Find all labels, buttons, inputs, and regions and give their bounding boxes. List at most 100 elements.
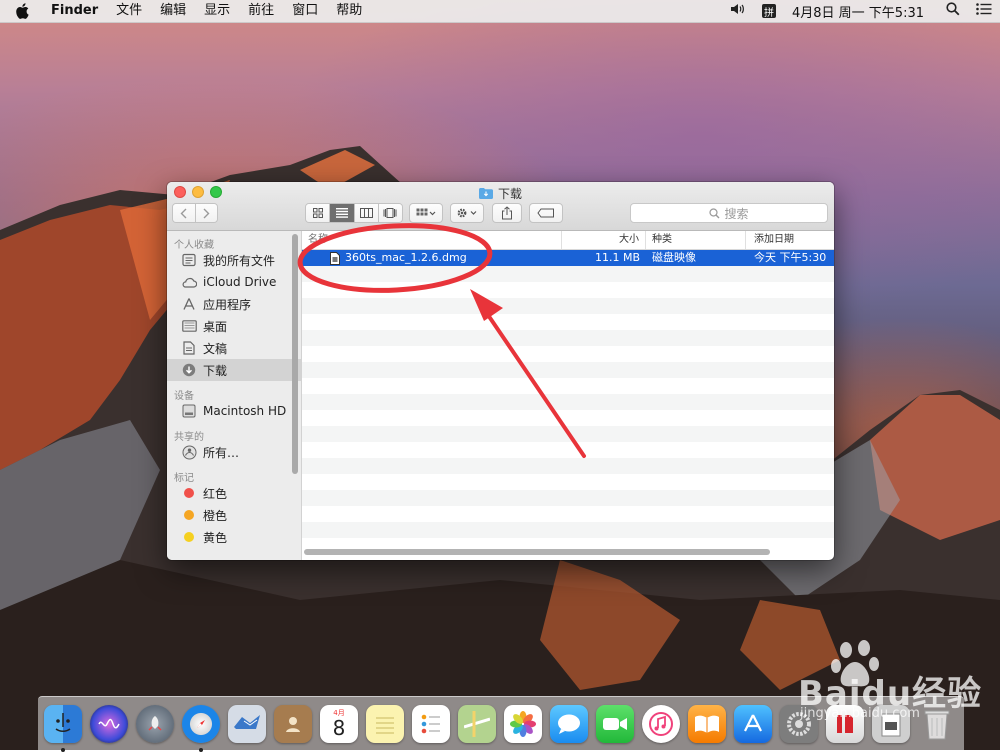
dock-facetime-icon[interactable] bbox=[596, 704, 634, 743]
sidebar-tag-yellow[interactable]: 黄色 bbox=[167, 526, 301, 548]
sidebar-item-documents[interactable]: 文稿 bbox=[167, 337, 301, 359]
menu-app-finder[interactable]: Finder bbox=[42, 0, 107, 22]
dock-reminders-icon[interactable] bbox=[412, 704, 450, 743]
menu-view[interactable]: 显示 bbox=[195, 0, 239, 22]
dock-launchpad-icon[interactable] bbox=[136, 704, 174, 743]
cloud-icon bbox=[181, 275, 197, 289]
window-title-text: 下载 bbox=[497, 187, 522, 201]
empty-row bbox=[302, 490, 834, 506]
yellow-tag-dot-icon bbox=[184, 532, 194, 542]
grid-icon bbox=[312, 208, 323, 218]
sidebar-tag-red[interactable]: 红色 bbox=[167, 482, 301, 504]
sidebar-item-icloud-drive[interactable]: iCloud Drive bbox=[167, 271, 301, 293]
menu-help[interactable]: 帮助 bbox=[327, 0, 371, 22]
applications-icon bbox=[181, 297, 197, 311]
sidebar-item-label: iCloud Drive bbox=[203, 275, 277, 289]
empty-row bbox=[302, 330, 834, 346]
sidebar-item-label: 下载 bbox=[203, 363, 228, 378]
action-button[interactable] bbox=[450, 203, 484, 223]
dock-calendar-icon[interactable]: 4月 8 bbox=[320, 704, 358, 743]
arrange-button[interactable] bbox=[409, 203, 443, 223]
sidebar-section-devices: 设备 bbox=[174, 391, 194, 402]
menu-go[interactable]: 前往 bbox=[239, 0, 283, 22]
sidebar-item-macintosh-hd[interactable]: Macintosh HD bbox=[167, 400, 301, 422]
dock-photos-icon[interactable] bbox=[504, 704, 542, 743]
dock-finder-icon[interactable] bbox=[44, 704, 82, 752]
menu-bar: Finder 文件 编辑 显示 前往 窗口 帮助 拼 4月8日 周一 下午5:3… bbox=[0, 0, 1000, 23]
dock-contacts-icon[interactable] bbox=[274, 704, 312, 743]
dock-notes-icon[interactable] bbox=[366, 704, 404, 743]
empty-row bbox=[302, 410, 834, 426]
sidebar-item-all-shared[interactable]: 所有… bbox=[167, 441, 301, 463]
file-rows: 360ts_mac_1.2.6.dmg 11.1 MB 磁盘映像 今天 下午5:… bbox=[302, 250, 834, 538]
all-files-icon bbox=[181, 253, 197, 267]
dock-ibooks-icon[interactable] bbox=[688, 704, 726, 743]
window-titlebar[interactable]: 下载 搜索 bbox=[167, 182, 834, 231]
sidebar: 个人收藏 我的所有文件 iCloud Drive 应用程序 桌面 文稿 下载 设… bbox=[167, 231, 302, 560]
forward-button[interactable] bbox=[195, 204, 217, 222]
volume-icon[interactable] bbox=[730, 2, 746, 20]
cover-flow-button[interactable] bbox=[378, 204, 402, 222]
empty-row bbox=[302, 442, 834, 458]
dock-messages-icon[interactable] bbox=[550, 704, 588, 743]
finder-window: 下载 搜索 个人收藏 我的所有文件 iCloud Drive 应用程序 桌面 文… bbox=[167, 182, 834, 560]
sidebar-item-desktop[interactable]: 桌面 bbox=[167, 315, 301, 337]
sidebar-item-applications[interactable]: 应用程序 bbox=[167, 293, 301, 315]
sidebar-item-label: 我的所有文件 bbox=[203, 253, 276, 268]
search-field[interactable]: 搜索 bbox=[630, 203, 828, 223]
horizontal-scrollbar[interactable] bbox=[304, 549, 770, 555]
sidebar-item-downloads[interactable]: 下载 bbox=[167, 359, 301, 381]
list-icon bbox=[335, 208, 348, 218]
dock-mail-icon[interactable] bbox=[228, 704, 266, 743]
chevron-right-icon bbox=[203, 208, 210, 218]
sidebar-section-tags: 标记 bbox=[174, 473, 194, 484]
column-header-size[interactable]: 大小 bbox=[562, 231, 646, 249]
calendar-day: 8 bbox=[332, 715, 346, 740]
column-header-kind[interactable]: 种类 bbox=[646, 231, 746, 249]
orange-tag-dot-icon bbox=[184, 510, 194, 520]
desktop-icon bbox=[181, 319, 197, 333]
sidebar-item-label: 文稿 bbox=[203, 341, 228, 356]
tag-icon bbox=[537, 208, 554, 218]
window-title: 下载 bbox=[167, 185, 834, 202]
back-button[interactable] bbox=[173, 204, 196, 222]
sidebar-item-label: 黄色 bbox=[203, 530, 228, 545]
gear-icon bbox=[457, 208, 477, 218]
table-row[interactable]: 360ts_mac_1.2.6.dmg 11.1 MB 磁盘映像 今天 下午5:… bbox=[302, 250, 834, 266]
sidebar-item-all-my-files[interactable]: 我的所有文件 bbox=[167, 249, 301, 271]
empty-row bbox=[302, 474, 834, 490]
baidu-watermark: Baidu经验 jingyan.baidu.com bbox=[742, 636, 998, 736]
share-button[interactable] bbox=[492, 203, 522, 223]
input-method-icon[interactable]: 拼 bbox=[762, 4, 776, 19]
file-kind: 磁盘映像 bbox=[652, 251, 696, 264]
sidebar-tag-orange[interactable]: 橙色 bbox=[167, 504, 301, 526]
list-view-button[interactable] bbox=[330, 204, 355, 222]
apple-menu-icon[interactable] bbox=[16, 3, 32, 19]
dock-siri-icon[interactable] bbox=[90, 704, 128, 743]
arrange-grid-icon bbox=[416, 208, 436, 216]
column-header-name[interactable]: 名称 bbox=[302, 231, 562, 249]
nav-buttons bbox=[172, 203, 218, 223]
download-icon bbox=[181, 363, 197, 377]
spotlight-search-icon[interactable] bbox=[946, 2, 960, 20]
dmg-file-icon bbox=[330, 251, 340, 265]
file-date-added: 今天 下午5:30 bbox=[754, 251, 827, 264]
empty-row bbox=[302, 298, 834, 314]
dock-maps-icon[interactable] bbox=[458, 704, 496, 743]
edit-tags-button[interactable] bbox=[529, 203, 563, 223]
sidebar-section-shared: 共享的 bbox=[174, 432, 204, 443]
downloads-folder-icon bbox=[478, 188, 493, 199]
dock-itunes-icon[interactable] bbox=[642, 704, 680, 743]
menu-clock[interactable]: 4月8日 周一 下午5:31 bbox=[792, 2, 924, 21]
dock-safari-icon[interactable] bbox=[182, 704, 220, 752]
icon-view-button[interactable] bbox=[306, 204, 331, 222]
menu-window[interactable]: 窗口 bbox=[283, 0, 327, 22]
file-name-cell: 360ts_mac_1.2.6.dmg bbox=[302, 250, 562, 266]
column-view-button[interactable] bbox=[354, 204, 379, 222]
menu-file[interactable]: 文件 bbox=[107, 0, 151, 22]
menu-edit[interactable]: 编辑 bbox=[151, 0, 195, 22]
sidebar-scrollbar[interactable] bbox=[292, 234, 298, 474]
empty-row bbox=[302, 266, 834, 282]
notification-center-icon[interactable] bbox=[976, 3, 992, 19]
column-header-date-added[interactable]: 添加日期 bbox=[746, 231, 834, 249]
